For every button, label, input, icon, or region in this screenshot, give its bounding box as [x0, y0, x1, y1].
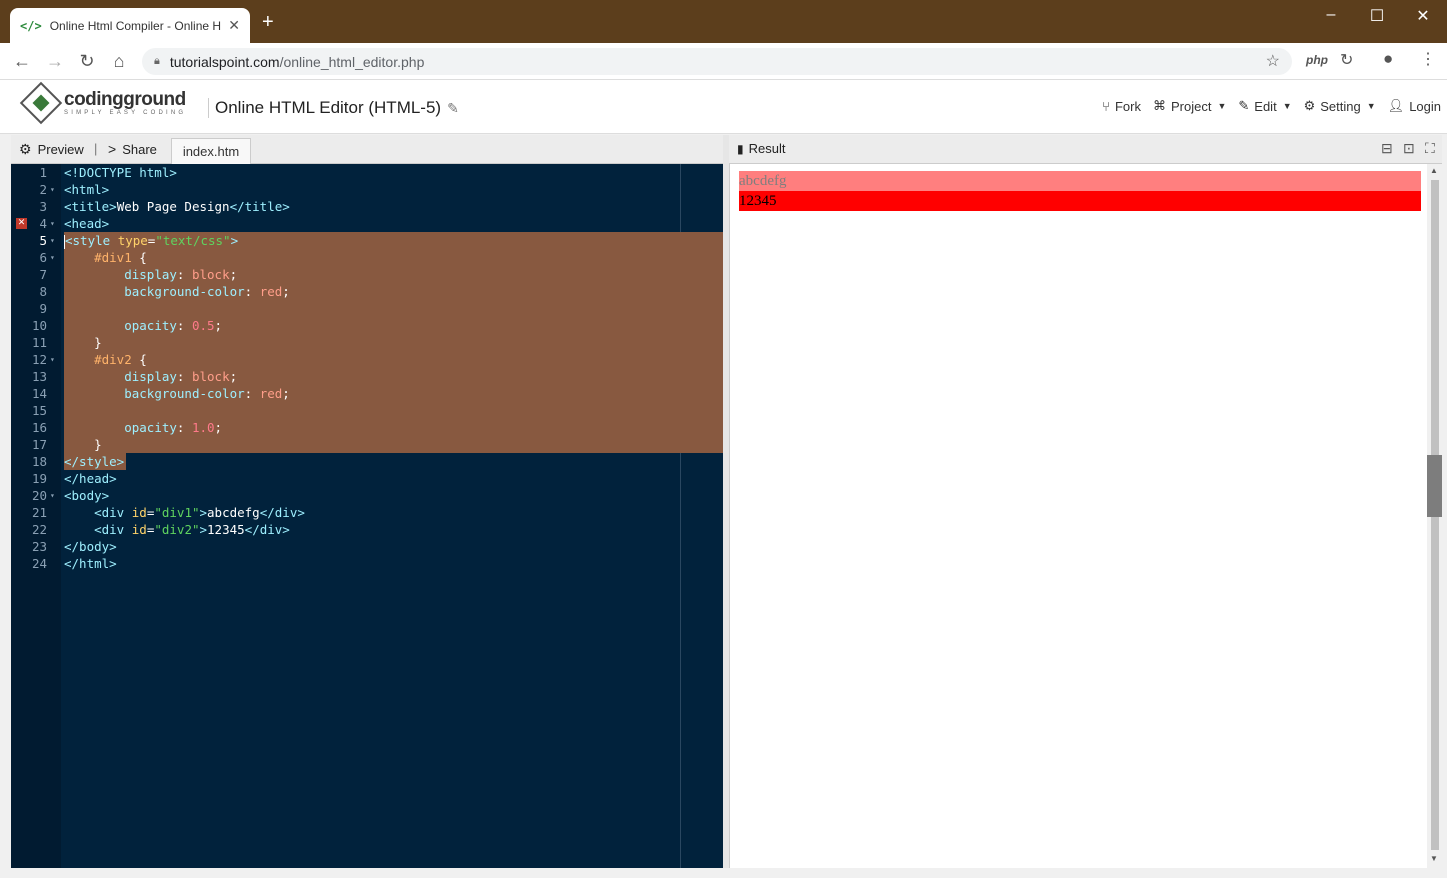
code-line: 2 ▾ <html> [39, 182, 110, 197]
code-line: 23 </body> [31, 539, 117, 554]
header-menu: ⑂ Fork ⌘ Project ▼ ✎ Edit ▼ ⚙ Setting ▼ 👤︎ Login [1090, 98, 1441, 114]
code-line: 9 [39, 301, 47, 316]
caret-down-icon: ▼ [1217, 101, 1227, 111]
expand-icon[interactable]: ⊡ [1403, 140, 1415, 157]
code-line: 21 <div id="div1">abcdefg</div> [31, 505, 305, 520]
window-close-icon[interactable]: ✕ [1408, 6, 1438, 26]
code-editor[interactable]: 1 <!DOCTYPE html> 2 ▾ <html> 3 <title>Web Pa… [11, 164, 723, 868]
code-icon: </> [20, 18, 42, 33]
home-icon[interactable]: ⌂ [107, 50, 131, 72]
fullscreen-icon[interactable]: ⛶ [1425, 140, 1435, 157]
scroll-up-icon[interactable]: ▲ [1430, 166, 1438, 175]
new-tab-button[interactable]: + [262, 12, 274, 32]
edit-menu[interactable]: ✎ Edit ▼ [1238, 98, 1291, 114]
page-title-text: Online HTML Editor (HTML-5) [215, 98, 442, 117]
result-label: Result [748, 141, 786, 156]
reload-icon[interactable]: ↻ [75, 50, 99, 72]
result-output: abcdefg 12345 [729, 164, 1442, 868]
project-label: Project [1170, 98, 1212, 114]
code-line: 16 opacity: 1.0; [31, 420, 223, 435]
logo-icon [19, 81, 63, 125]
bookmark-star-icon[interactable]: ☆ [1266, 51, 1280, 71]
code-line: 1 <!DOCTYPE html> [39, 165, 177, 180]
code-line: 12 ▾ #div2 { [31, 352, 147, 367]
browser-titlebar: </> Online Html Compiler - Online H ✕ + … [0, 0, 1447, 43]
fork-icon: ⑂ [1102, 98, 1110, 114]
code-line: ✕ 4 ▾ <head> [16, 216, 110, 231]
maximize-icon[interactable]: ☐ [1362, 6, 1392, 26]
back-icon[interactable]: ← [10, 50, 34, 72]
code-line: 11 } [31, 335, 102, 350]
app-header: codingground SIMPLY EASY CODING Online H… [0, 80, 1447, 134]
url-path: /online_html_editor.php [279, 53, 425, 70]
share-label: Share [122, 141, 157, 157]
code-line: 22 <div id="div2">12345</div> [31, 522, 290, 537]
code-line: 7 display: block; [39, 267, 238, 282]
code-line: 6 ▾ #div1 { [39, 250, 147, 265]
result-title: ▮ Result [737, 141, 785, 156]
edit-title-icon[interactable]: ✎ [447, 100, 459, 116]
logo-tagline: SIMPLY EASY CODING [64, 110, 187, 116]
gears-icon: ⚙ [19, 141, 32, 157]
minimize-icon[interactable]: – [1316, 6, 1346, 24]
php-extension-icon[interactable]: php [1306, 53, 1328, 67]
edit-label: Edit [1254, 98, 1277, 114]
project-menu[interactable]: ⌘ Project ▼ [1153, 98, 1226, 114]
browser-toolbar: ← → ↻ ⌂ 🔒︎ tutorialspoint.com/online_htm… [0, 43, 1447, 80]
code-line: 17 } [31, 437, 102, 452]
login-label: Login [1409, 98, 1441, 114]
caret-down-icon: ▼ [1282, 101, 1292, 111]
toolbar-separator: | [94, 141, 98, 156]
code-line: 13 display: block; [31, 369, 238, 384]
result-scrollbar[interactable]: ▲ ▼ [1427, 164, 1442, 868]
address-bar[interactable]: 🔒︎ tutorialspoint.com/online_html_editor… [142, 48, 1292, 75]
code-line: 10 opacity: 0.5; [31, 318, 223, 333]
login-menu[interactable]: 👤︎ Login [1388, 98, 1441, 114]
code-line: 5 ▾ <style type="text/css"> [39, 233, 239, 249]
preview-button[interactable]: ⚙ Preview [19, 141, 84, 158]
logo[interactable]: codingground SIMPLY EASY CODING [19, 81, 187, 125]
scroll-thumb[interactable] [1427, 455, 1442, 517]
gear-icon: ⚙ [1303, 98, 1316, 113]
editor-toolbar: ⚙ Preview | > Share index.htm [11, 135, 723, 165]
collapse-icon[interactable]: ⊟ [1381, 140, 1393, 157]
tab-title: Online Html Compiler - Online H [49, 18, 222, 33]
caret-down-icon: ▼ [1366, 101, 1376, 111]
code-line: 20 ▾ <body> [31, 488, 110, 503]
url-host: tutorialspoint.com [169, 53, 280, 70]
code-line: 3 <title>Web Page Design</title> [39, 199, 290, 214]
share-button[interactable]: > Share [108, 141, 157, 157]
scroll-down-icon[interactable]: ▼ [1430, 854, 1438, 863]
forward-icon[interactable]: → [43, 50, 67, 72]
fork-menu[interactable]: ⑂ Fork [1102, 98, 1141, 114]
page-title: Online HTML Editor (HTML-5) ✎ [208, 98, 459, 118]
browser-tab[interactable]: </> Online Html Compiler - Online H ✕ [10, 8, 250, 43]
result-div2: 12345 [739, 191, 1421, 211]
code-line: 14 background-color: red; [31, 386, 290, 401]
sitemap-icon: ⌘ [1152, 98, 1166, 113]
setting-label: Setting [1320, 98, 1361, 114]
extension-reload-icon[interactable]: ↻ [1340, 50, 1353, 70]
preview-label: Preview [37, 142, 84, 157]
fork-label: Fork [1114, 98, 1141, 114]
setting-menu[interactable]: ⚙ Setting ▼ [1304, 98, 1376, 114]
bottom-edge [0, 868, 1447, 878]
user-icon: 👤︎ [1387, 98, 1405, 113]
file-tab-index[interactable]: index.htm [171, 138, 251, 165]
menu-dots-icon[interactable]: ⋮ [1420, 49, 1436, 69]
profile-icon[interactable]: ● [1383, 49, 1393, 69]
code-line: 24 </html> [31, 556, 117, 571]
terminal-icon: > [108, 141, 117, 157]
lock-icon: 🔒︎ [154, 55, 160, 67]
logo-name: codingground [64, 89, 186, 110]
code-line: 15 [31, 403, 47, 418]
code-line: 19 </head> [31, 471, 117, 486]
bar-chart-icon: ▮ [737, 141, 744, 156]
code-line: 8 background-color: red; [39, 284, 290, 299]
result-div1: abcdefg [739, 171, 1421, 191]
code-line: 18 </style> [31, 454, 125, 469]
edit-icon: ✎ [1238, 98, 1250, 113]
close-icon[interactable]: ✕ [228, 17, 240, 34]
result-toolbar: ▮ Result ⊟ ⊡ ⛶ [729, 135, 1442, 164]
